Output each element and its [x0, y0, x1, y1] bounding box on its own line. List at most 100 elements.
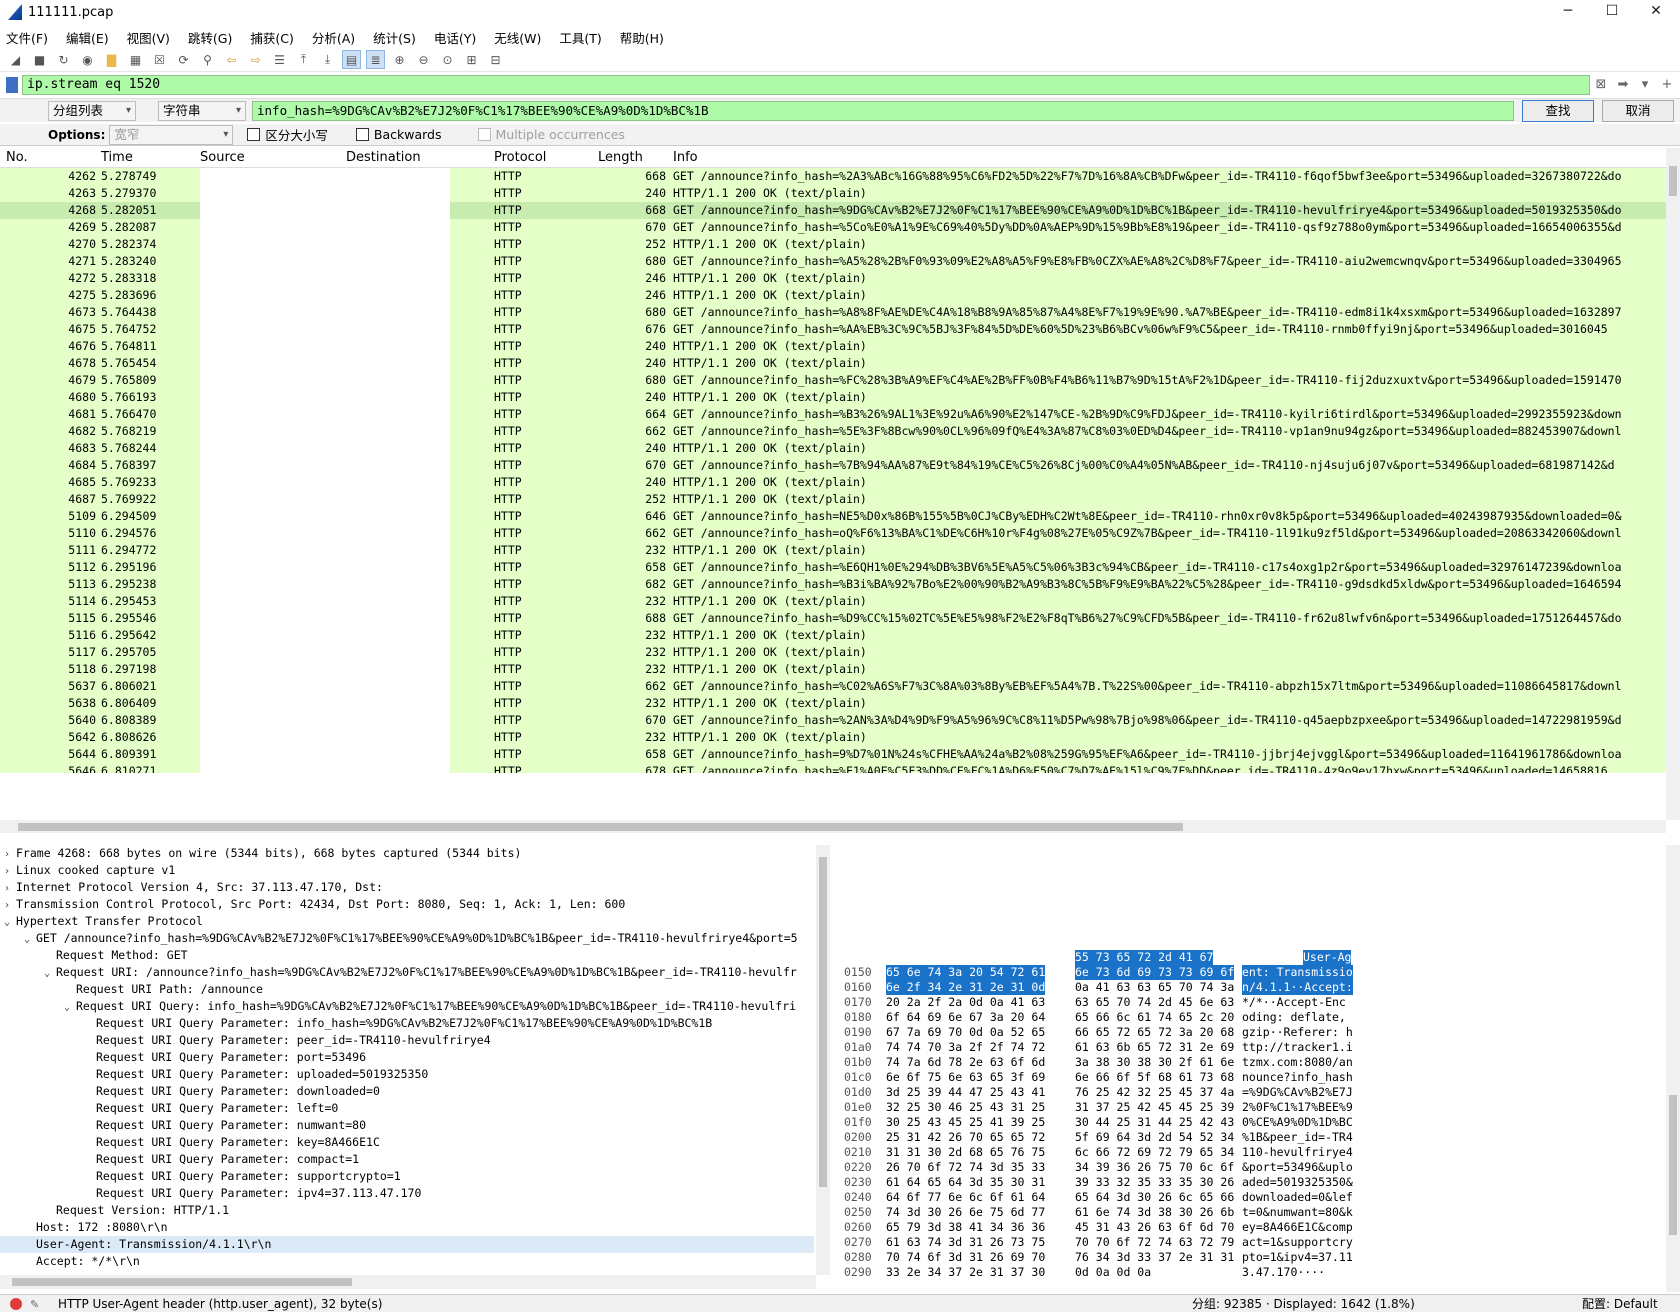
hex-row[interactable]: 0250 74 3d 30 26 6e 75 6d 77 61 6e 74 3d 3… [838, 1205, 1664, 1220]
expand-toggle-icon[interactable]: ⌄ [64, 999, 76, 1016]
multiple-occurrences-checkbox[interactable]: Multiple occurrences [477, 127, 625, 142]
detail-tree-item[interactable]: Host: 172 :8080\r\n [0, 1219, 814, 1236]
cancel-button[interactable]: 取消 [1602, 99, 1674, 122]
hex-row[interactable]: 01f0 30 25 43 45 25 41 39 25 30 44 25 31 4… [838, 1115, 1664, 1130]
detail-tree-item[interactable]: ⌄ GET /announce?info_hash=%9DG%CAv%B2%E7J… [0, 930, 814, 947]
detail-tree-item[interactable]: Accept: */*\r\n [0, 1253, 814, 1270]
scroll-thumb[interactable] [12, 1278, 352, 1286]
go-to-packet-icon[interactable]: ☰ [270, 50, 289, 69]
details-hscrollbar[interactable] [0, 1275, 816, 1289]
zoom-out-icon[interactable]: ⊖ [414, 50, 433, 69]
detail-tree-item[interactable]: Request URI Query Parameter: numwant=80 [0, 1117, 814, 1134]
detail-tree-item[interactable]: ⌄ Hypertext Transfer Protocol [0, 913, 814, 930]
add-filter-button-icon[interactable]: + [1656, 75, 1678, 95]
apply-filter-icon[interactable]: ➡ [1612, 75, 1634, 95]
menu-help[interactable]: 帮助(H) [620, 28, 664, 47]
zoom-in-icon[interactable]: ⊕ [390, 50, 409, 69]
search-type-select[interactable]: 字符串 ▾ [158, 100, 246, 121]
scroll-thumb[interactable] [18, 823, 1183, 831]
autoscroll-icon[interactable]: ▤ [342, 50, 361, 69]
detail-tree-item[interactable]: ⌄ Request URI: /announce?info_hash=%9DG%C… [0, 964, 814, 981]
capture-options-icon[interactable]: ◉ [78, 50, 97, 69]
hex-row[interactable]: 0200 25 31 42 26 70 65 65 72 5f 69 64 3d 2… [838, 1130, 1664, 1145]
detail-tree-item[interactable]: Request Version: HTTP/1.1 [0, 1202, 814, 1219]
menu-file[interactable]: 文件(F) [6, 28, 48, 47]
bytes-vscrollbar[interactable] [1666, 845, 1680, 1292]
hex-row[interactable]: 01d0 3d 25 39 44 47 25 43 41 76 25 42 32 2… [838, 1085, 1664, 1100]
menu-edit[interactable]: 编辑(E) [66, 28, 109, 47]
hex-row[interactable]: 0160 6e 2f 34 2e 31 2e 31 0d 0a 41 63 63 6… [838, 980, 1664, 995]
hex-row[interactable]: 0190 67 7a 69 70 0d 0a 52 65 66 65 72 65 7… [838, 1025, 1664, 1040]
hex-row[interactable]: 01a0 74 74 70 3a 2f 2f 74 72 61 63 6b 65 7… [838, 1040, 1664, 1055]
menu-telephony[interactable]: 电话(Y) [434, 28, 476, 47]
close-button[interactable]: ✕ [1634, 0, 1678, 24]
column-header-no[interactable]: No. [6, 150, 28, 165]
detail-tree-item[interactable]: Request URI Query Parameter: info_hash=%… [0, 1015, 814, 1032]
detail-tree-item[interactable]: ⌄ Request URI Query: info_hash=%9DG%CAv%B… [0, 998, 814, 1015]
hex-row[interactable]: 0240 64 6f 77 6e 6c 6f 61 64 65 64 3d 30 2… [838, 1190, 1664, 1205]
stop-capture-icon[interactable]: ■ [30, 50, 49, 69]
hex-row[interactable]: 0260 65 79 3d 38 41 34 36 36 45 31 43 26 6… [838, 1220, 1664, 1235]
scroll-thumb[interactable] [819, 857, 827, 1187]
detail-tree-item[interactable]: Request URI Query Parameter: key=8A466E1… [0, 1134, 814, 1151]
scroll-thumb[interactable] [1669, 166, 1677, 196]
status-profile[interactable]: 配置: Default [1582, 1295, 1658, 1312]
detail-tree-item[interactable]: Request URI Query Parameter: left=0 [0, 1100, 814, 1117]
detail-tree-item[interactable]: › Frame 4268: 668 bytes on wire (5344 bit… [0, 845, 814, 862]
normal-size-icon[interactable]: ⊙ [438, 50, 457, 69]
menu-analyze[interactable]: 分析(A) [312, 28, 355, 47]
expand-toggle-icon[interactable]: ⌄ [4, 914, 16, 931]
expand-toggle-icon[interactable]: › [4, 897, 16, 914]
case-sensitive-checkbox[interactable]: 区分大小写 [247, 125, 328, 144]
layout-icon[interactable]: ⊟ [486, 50, 505, 69]
go-forward-icon[interactable]: ⇨ [246, 50, 265, 69]
detail-tree-item[interactable]: Request URI Query Parameter: supportcryp… [0, 1168, 814, 1185]
close-file-icon[interactable]: ☒ [150, 50, 169, 69]
menu-tools[interactable]: 工具(T) [559, 28, 601, 47]
find-packet-icon[interactable]: ⚲ [198, 50, 217, 69]
expand-toggle-icon[interactable]: › [4, 863, 16, 880]
capture-comment-icon[interactable]: ✎ [30, 1298, 44, 1311]
detail-tree-item[interactable]: Request URI Query Parameter: port=53496 [0, 1049, 814, 1066]
hex-row[interactable]: 55 73 65 72 2d 41 67 User-Ag [838, 950, 1664, 965]
column-header-time[interactable]: Time [101, 150, 133, 165]
hex-row[interactable]: 0170 20 2a 2f 2a 0d 0a 41 63 63 65 70 74 2… [838, 995, 1664, 1010]
column-header-info[interactable]: Info [673, 150, 698, 165]
first-packet-icon[interactable]: ⤒ [294, 50, 313, 69]
expand-toggle-icon[interactable]: › [4, 846, 16, 863]
reload-file-icon[interactable]: ⟳ [174, 50, 193, 69]
hex-row[interactable]: 0210 31 31 30 2d 68 65 76 75 6c 66 72 69 7… [838, 1145, 1664, 1160]
details-vscrollbar[interactable] [816, 845, 830, 1275]
expand-toggle-icon[interactable]: ⌄ [44, 965, 56, 982]
detail-tree-item[interactable]: Request URI Path: /announce [0, 981, 814, 998]
column-header-protocol[interactable]: Protocol [494, 150, 546, 165]
last-packet-icon[interactable]: ⤓ [318, 50, 337, 69]
minimize-button[interactable]: ─ [1546, 0, 1590, 24]
hex-row[interactable]: 0180 6f 64 69 6e 67 3a 20 64 65 66 6c 61 7… [838, 1010, 1664, 1025]
column-header-destination[interactable]: Destination [346, 150, 421, 165]
restart-capture-icon[interactable]: ↻ [54, 50, 73, 69]
bookmark-icon[interactable] [6, 77, 18, 93]
open-file-icon[interactable]: ▇ [102, 50, 121, 69]
hex-row[interactable]: 0280 70 74 6f 3d 31 26 69 70 76 34 3d 33 3… [838, 1250, 1664, 1265]
search-string-input[interactable]: info_hash=%9DG%CAv%B2%E7J2%0F%C1%17%BEE%… [252, 100, 1514, 121]
expand-toggle-icon[interactable]: ⌄ [24, 931, 36, 948]
char-width-select[interactable]: 宽窄 ▾ [109, 124, 234, 145]
detail-tree-item[interactable]: Request URI Query Parameter: downloaded=… [0, 1083, 814, 1100]
start-capture-icon[interactable]: ◢ [6, 50, 25, 69]
menu-statistics[interactable]: 统计(S) [373, 28, 416, 47]
hex-row[interactable]: 01c0 6e 6f 75 6e 63 65 3f 69 6e 66 6f 5f 6… [838, 1070, 1664, 1085]
clear-filter-icon[interactable]: ⊠ [1590, 75, 1612, 95]
backwards-checkbox[interactable]: Backwards [355, 127, 442, 142]
menu-go[interactable]: 跳转(G) [188, 28, 232, 47]
detail-tree-item[interactable]: Request URI Query Parameter: peer_id=-TR… [0, 1032, 814, 1049]
scroll-thumb[interactable] [1669, 1095, 1677, 1235]
menu-view[interactable]: 视图(V) [127, 28, 170, 47]
detail-tree-item[interactable]: Request URI Query Parameter: ipv4=37.113… [0, 1185, 814, 1202]
save-file-icon[interactable]: ▦ [126, 50, 145, 69]
detail-tree-item[interactable]: Request Method: GET [0, 947, 814, 964]
column-header-length[interactable]: Length [598, 150, 643, 165]
hex-row[interactable]: 0230 61 64 65 64 3d 35 30 31 39 33 32 35 3… [838, 1175, 1664, 1190]
detail-tree-item[interactable]: Request URI Query Parameter: compact=1 [0, 1151, 814, 1168]
packet-list-hscrollbar[interactable] [0, 820, 1666, 833]
